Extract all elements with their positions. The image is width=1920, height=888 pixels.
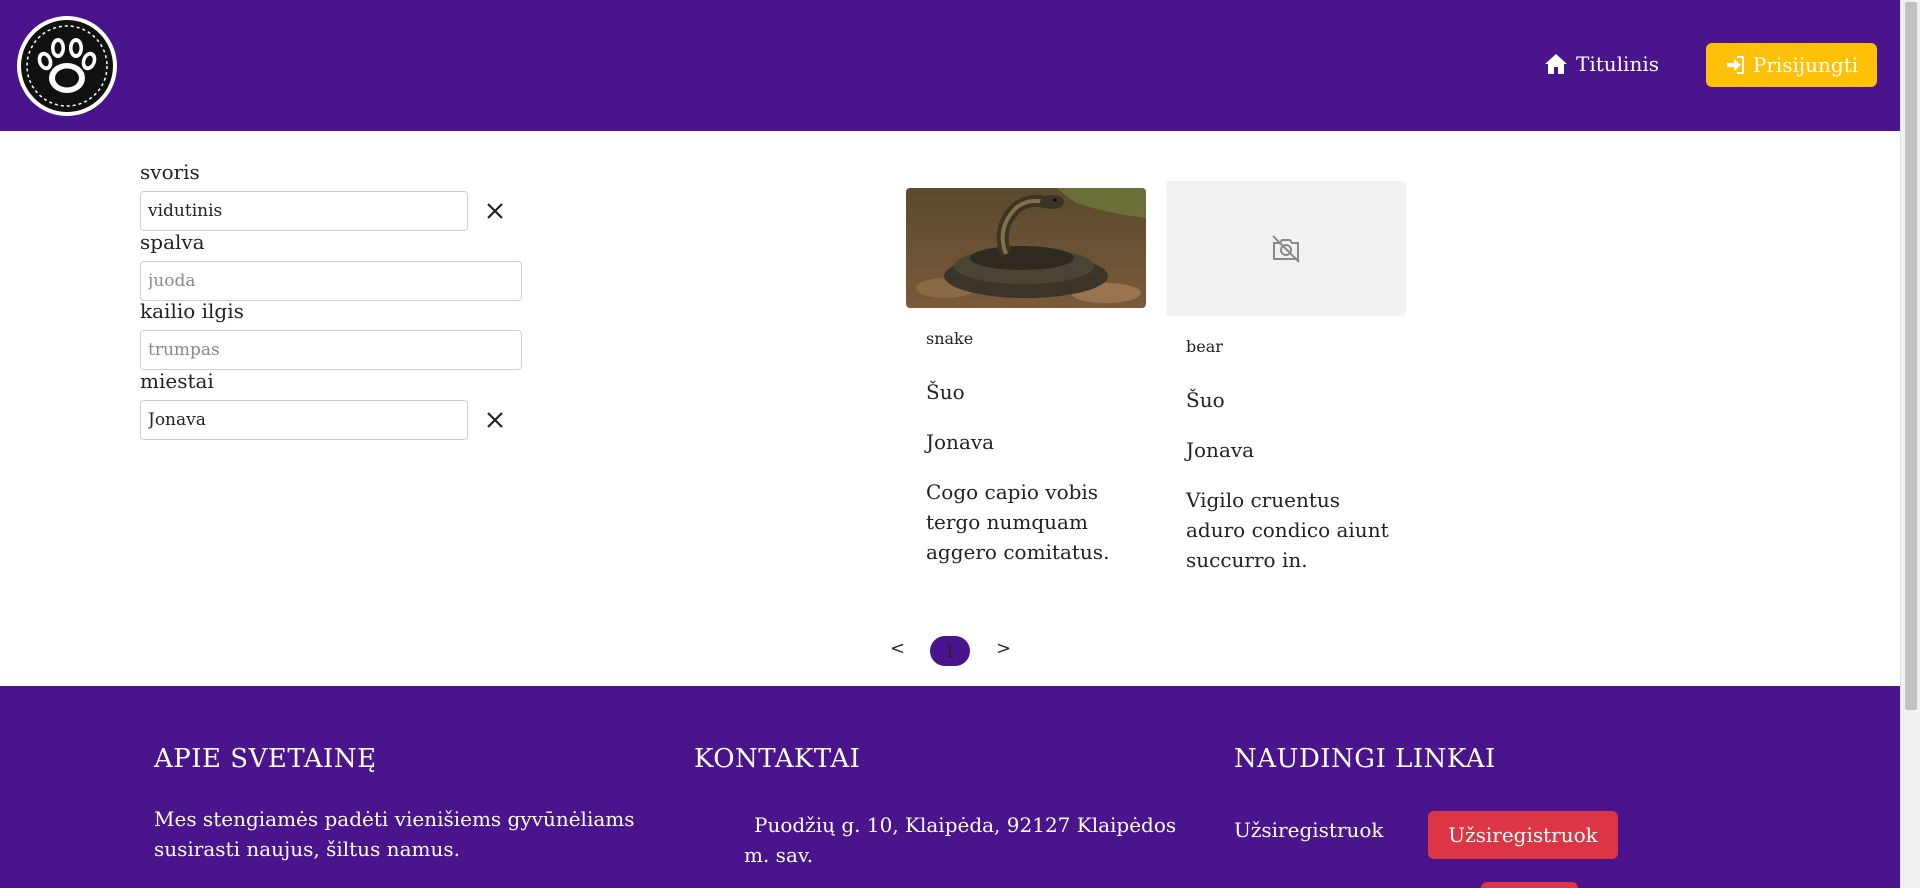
nav-home-label: Titulinis: [1576, 52, 1659, 76]
next-page-button[interactable]: >: [996, 638, 1011, 659]
pet-type: Šuo: [926, 380, 965, 404]
close-icon: [487, 412, 503, 428]
sign-in-icon: [1726, 56, 1744, 74]
footer: APIE SVETAINĘ Mes stengiamės padėti vien…: [0, 686, 1900, 888]
filter-input-spalva[interactable]: [140, 261, 522, 301]
filter-input-miestai[interactable]: [140, 400, 468, 440]
footer-contacts-title: KONTAKTAI: [694, 744, 861, 774]
pagination: < 1 >: [880, 636, 1020, 666]
pet-card[interactable]: snake Šuo Jonava Cogo capio vobis tergo …: [906, 188, 1146, 578]
filter-label-svoris: svoris: [140, 160, 200, 184]
footer-register-label: Užsiregistruok: [1234, 818, 1384, 842]
filter-label-kailio-ilgis: kailio ilgis: [140, 299, 244, 323]
page-scrollbar[interactable]: [1900, 0, 1920, 888]
footer-second-button[interactable]: [1481, 882, 1578, 888]
register-button[interactable]: Užsiregistruok: [1428, 811, 1618, 859]
footer-address: Puodžių g. 10, Klaipėda, 92127 Klaipėdos…: [744, 813, 1177, 867]
pet-card[interactable]: bear Šuo Jonava Vigilo cruentus aduro co…: [1166, 181, 1406, 581]
filter-input-svoris[interactable]: [140, 191, 468, 231]
no-image-placeholder: [1166, 181, 1406, 316]
top-navbar: Titulinis Prisijungti: [0, 0, 1900, 131]
footer-links-title: NAUDINGI LINKAI: [1234, 744, 1496, 774]
pet-description: Cogo capio vobis tergo numquam aggero co…: [926, 480, 1110, 564]
page-number-button[interactable]: 1: [930, 636, 970, 666]
pet-type: Šuo: [1186, 388, 1225, 412]
nav-home-link[interactable]: Titulinis: [1544, 48, 1659, 80]
footer-about-text: Mes stengiamės padėti vienišiems gyvūnėl…: [154, 807, 635, 861]
pet-city: Jonava: [1186, 438, 1255, 462]
footer-about-title: APIE SVETAINĘ: [154, 744, 377, 774]
home-icon: [1545, 54, 1567, 74]
snake-photo: [906, 188, 1146, 308]
pet-name: snake: [926, 329, 974, 348]
pet-city: Jonava: [926, 430, 995, 454]
login-button[interactable]: Prisijungti: [1706, 43, 1877, 87]
clear-miestai-button[interactable]: [483, 408, 507, 432]
filter-label-miestai: miestai: [140, 369, 214, 393]
clear-svoris-button[interactable]: [483, 199, 507, 223]
pet-description: Vigilo cruentus aduro condico aiunt succ…: [1186, 488, 1389, 572]
paw-logo-icon[interactable]: [17, 16, 117, 116]
login-button-label: Prisijungti: [1752, 53, 1859, 77]
pet-name: bear: [1186, 337, 1223, 356]
close-icon: [487, 203, 503, 219]
prev-page-button[interactable]: <: [890, 638, 905, 659]
filter-label-spalva: spalva: [140, 230, 205, 254]
scrollbar-thumb[interactable]: [1905, 2, 1917, 710]
filter-input-kailio-ilgis[interactable]: [140, 330, 522, 370]
no-image-icon: [1272, 234, 1300, 263]
